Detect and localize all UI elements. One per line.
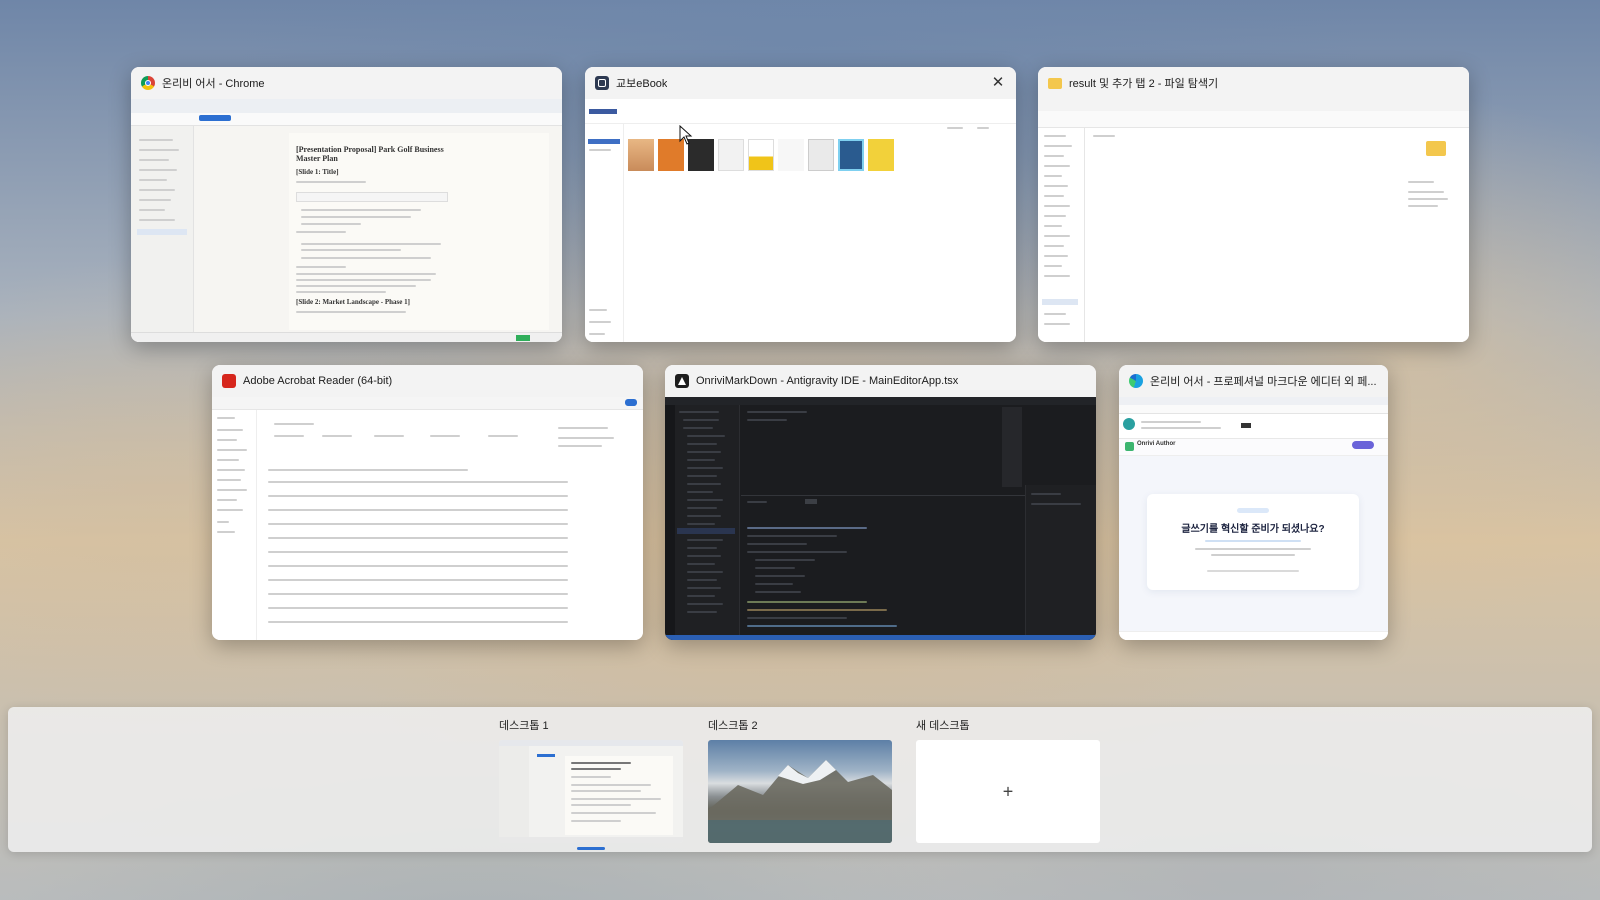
window-titlebar[interactable]: result 및 추가 탭 2 - 파일 탐색기	[1038, 67, 1469, 99]
doc-slide-1: [Slide 1: Title]	[296, 168, 339, 176]
window-preview	[212, 397, 643, 640]
window-title: Adobe Acrobat Reader (64-bit)	[243, 375, 393, 387]
window-title: 온리비 어서 - Chrome	[162, 78, 265, 90]
window-titlebar[interactable]: 온리비 어서 - 프로페셔널 마크다운 에디터 외 페...	[1119, 365, 1388, 397]
window-preview	[665, 397, 1096, 640]
window-preview	[585, 99, 1016, 342]
desktop-2-thumbnail[interactable]	[708, 740, 892, 843]
window-titlebar[interactable]: 온리비 어서 - Chrome	[131, 67, 562, 99]
window-preview: Onrivi Author 글쓰기를 혁신할 준비가 되셨나요?	[1119, 397, 1388, 640]
window-preview	[1038, 99, 1469, 342]
hero-card: 글쓰기를 혁신할 준비가 되셨나요?	[1147, 494, 1359, 590]
book-cover[interactable]	[778, 139, 804, 171]
book-cover[interactable]	[748, 139, 774, 171]
window-title: OnriviMarkDown - Antigravity IDE - MainE…	[696, 375, 959, 387]
window-preview: [Presentation Proposal] Park Golf Busine…	[131, 99, 562, 342]
folder-item[interactable]	[1426, 141, 1446, 156]
window-acrobat[interactable]: Adobe Acrobat Reader (64-bit)	[212, 365, 643, 640]
book-cover[interactable]	[838, 139, 864, 171]
window-title: 교보eBook	[616, 78, 668, 90]
edge-icon	[1129, 374, 1143, 388]
window-chrome[interactable]: 온리비 어서 - Chrome [Presentation Proposal] …	[131, 67, 562, 342]
window-titlebar[interactable]: OnriviMarkDown - Antigravity IDE - MainE…	[665, 365, 1096, 397]
active-desktop-indicator	[577, 847, 605, 850]
window-title: result 및 추가 탭 2 - 파일 탐색기	[1069, 78, 1219, 90]
desktop-label: 데스크톱 1	[499, 720, 549, 732]
desktop-2[interactable]: 데스크톱 2	[708, 717, 892, 843]
book-cover[interactable]	[808, 139, 834, 171]
chrome-icon	[141, 76, 155, 90]
new-desktop[interactable]: 새 데스크톱 +	[916, 717, 1100, 843]
window-kyobo-ebook[interactable]: 교보eBook ✕	[585, 67, 1016, 342]
book-cover[interactable]	[718, 139, 744, 171]
hero-heading: 글쓰기를 혁신할 준비가 되셨나요?	[1181, 524, 1325, 535]
window-file-explorer[interactable]: result 및 추가 탭 2 - 파일 탐색기	[1038, 67, 1469, 342]
window-titlebar[interactable]: 교보eBook ✕	[585, 67, 1016, 99]
close-icon[interactable]: ✕	[990, 75, 1006, 91]
desktop-1-thumbnail[interactable]	[499, 740, 683, 843]
mountain-wallpaper-image	[708, 760, 892, 843]
ebook-icon	[595, 76, 609, 90]
desktop-label: 새 데스크톱	[916, 720, 970, 732]
brand-name: Onrivi Author	[1137, 441, 1176, 447]
doc-slide-2: [Slide 2: Market Landscape - Phase 1]	[296, 298, 410, 306]
plus-icon: +	[1002, 781, 1014, 801]
window-antigravity-ide[interactable]: OnriviMarkDown - Antigravity IDE - MainE…	[665, 365, 1096, 640]
antigravity-icon	[675, 374, 689, 388]
window-titlebar[interactable]: Adobe Acrobat Reader (64-bit)	[212, 365, 643, 397]
new-desktop-button[interactable]: +	[916, 740, 1100, 843]
mouse-cursor-icon	[679, 125, 693, 145]
book-cover[interactable]	[868, 139, 894, 171]
desktop-label: 데스크톱 2	[708, 720, 758, 732]
folder-icon	[1048, 77, 1062, 89]
doc-heading: [Presentation Proposal] Park Golf Busine…	[296, 145, 444, 163]
desktop-1[interactable]: 데스크톱 1	[499, 717, 683, 850]
book-cover[interactable]	[628, 139, 654, 171]
virtual-desktops-panel: 데스크톱 1 데스크톱 2 새 데스크톱 +	[8, 707, 1592, 852]
window-edge[interactable]: 온리비 어서 - 프로페셔널 마크다운 에디터 외 페... Onrivi Au…	[1119, 365, 1388, 640]
window-title: 온리비 어서 - 프로페셔널 마크다운 에디터 외 페...	[1150, 376, 1377, 388]
acrobat-icon	[222, 374, 236, 388]
